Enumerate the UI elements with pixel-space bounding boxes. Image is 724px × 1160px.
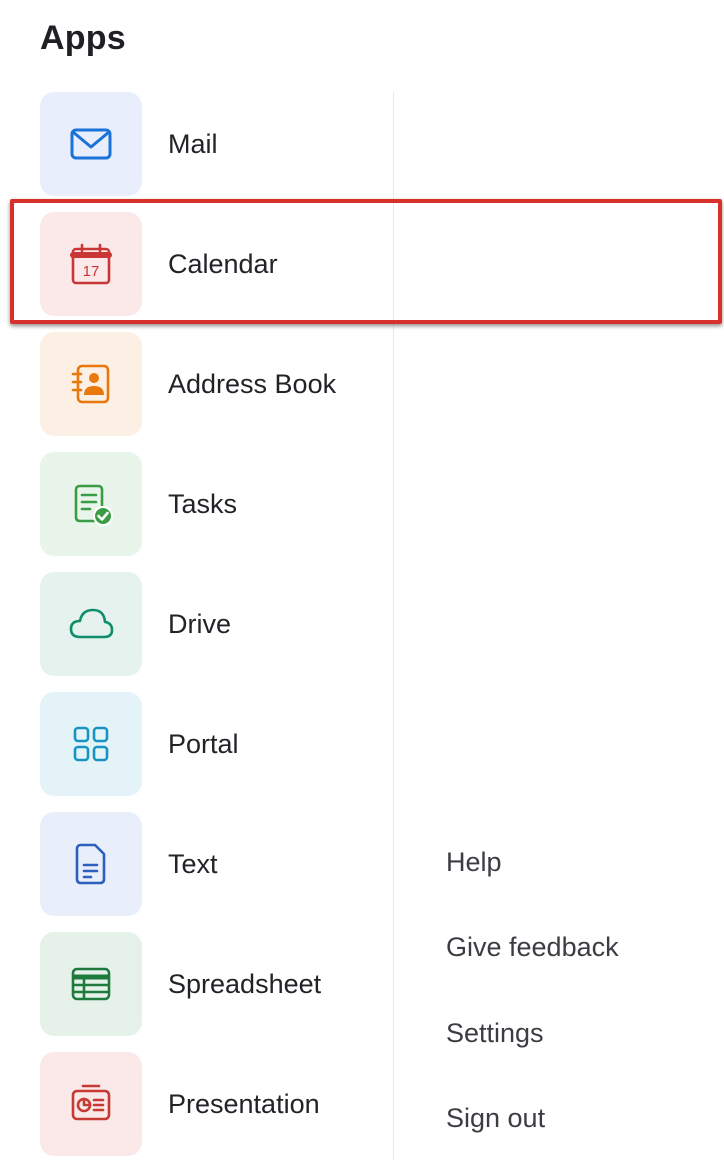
app-tile-presentation — [40, 1052, 142, 1156]
app-label-tasks: Tasks — [168, 489, 238, 519]
app-item-drive[interactable]: Drive — [40, 572, 380, 676]
calendar-day: 17 — [83, 263, 100, 280]
app-label-address-book: Address Book — [168, 369, 337, 399]
app-tile-mail — [40, 92, 142, 196]
app-item-address-book[interactable]: Address Book — [40, 332, 380, 436]
presentation-icon — [68, 1081, 114, 1127]
app-tile-spreadsheet — [40, 932, 142, 1036]
give-feedback-link[interactable]: Give feedback — [446, 930, 619, 964]
app-label-calendar: Calendar — [168, 249, 278, 279]
app-item-calendar[interactable]: 17 Calendar — [40, 212, 380, 316]
app-item-portal[interactable]: Portal — [40, 692, 380, 796]
settings-link[interactable]: Settings — [446, 1016, 544, 1050]
calendar-icon: 17 — [68, 241, 114, 287]
app-tile-calendar: 17 — [40, 212, 142, 316]
app-tile-portal — [40, 692, 142, 796]
column-divider — [393, 92, 394, 1160]
app-label-mail: Mail — [168, 129, 218, 159]
app-item-mail[interactable]: Mail — [40, 92, 380, 196]
app-label-portal: Portal — [168, 729, 239, 759]
app-item-tasks[interactable]: Tasks — [40, 452, 380, 556]
app-item-text[interactable]: Text — [40, 812, 380, 916]
app-tile-address-book — [40, 332, 142, 436]
cloud-icon — [68, 601, 114, 647]
help-link[interactable]: Help — [446, 845, 502, 879]
app-label-drive: Drive — [168, 609, 232, 639]
app-tile-drive — [40, 572, 142, 676]
app-item-spreadsheet[interactable]: Spreadsheet — [40, 932, 380, 1036]
app-label-spreadsheet: Spreadsheet — [168, 969, 322, 999]
app-label-text: Text — [168, 849, 218, 879]
sign-out-link[interactable]: Sign out — [446, 1101, 545, 1135]
app-item-presentation[interactable]: Presentation — [40, 1052, 380, 1156]
spreadsheet-icon — [68, 961, 114, 1007]
address-book-icon — [68, 361, 114, 407]
app-tile-tasks — [40, 452, 142, 556]
app-tile-text — [40, 812, 142, 916]
grid-icon — [68, 721, 114, 767]
document-icon — [68, 841, 114, 887]
app-label-presentation: Presentation — [168, 1089, 320, 1119]
mail-icon — [68, 121, 114, 167]
tasks-icon — [68, 481, 114, 527]
apps-title: Apps — [40, 19, 126, 57]
